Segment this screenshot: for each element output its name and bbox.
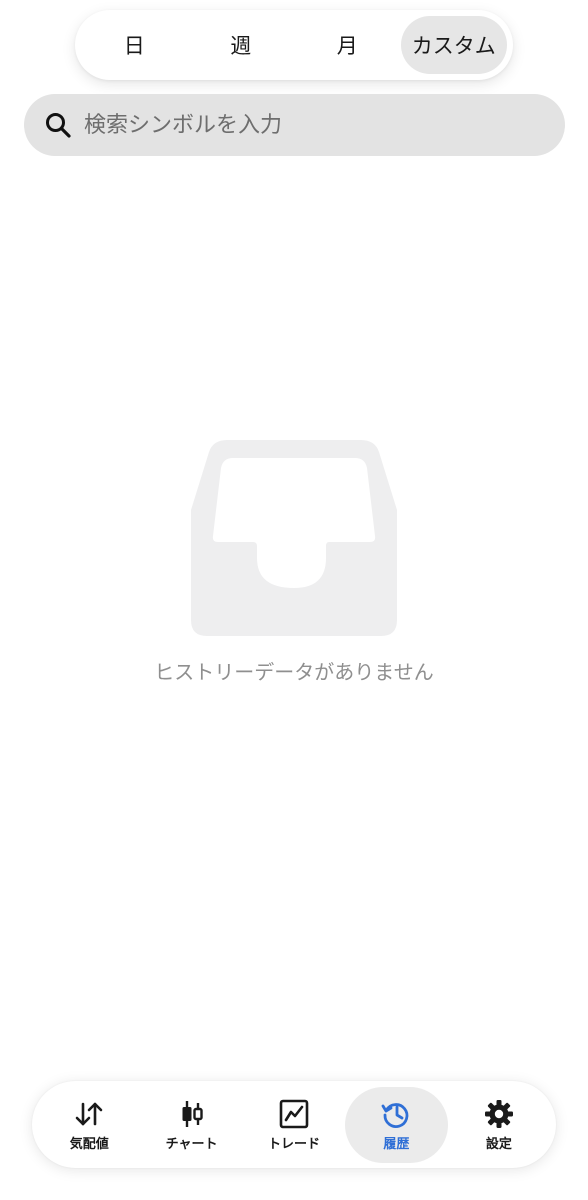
period-tab-custom[interactable]: カスタム (400, 16, 507, 74)
tab-settings[interactable]: 設定 (448, 1087, 550, 1163)
empty-state-message: ヒストリーデータがありません (154, 660, 434, 684)
history-screen: 日 週 月 カスタム ヒストリーデータがありません 気配値 (0, 0, 588, 1200)
tab-chart[interactable]: チャート (140, 1087, 242, 1163)
gear-icon (484, 1099, 513, 1128)
trend-chart-icon (279, 1099, 309, 1128)
period-tab-week[interactable]: 週 (188, 16, 295, 74)
tab-label: トレード (268, 1136, 321, 1152)
tab-label: 設定 (485, 1136, 512, 1152)
tab-label: チャート (165, 1136, 218, 1152)
search-icon (46, 113, 71, 138)
history-clock-icon (382, 1102, 409, 1128)
candlestick-icon (182, 1100, 203, 1127)
period-tab-month[interactable]: 月 (294, 16, 401, 74)
search-input[interactable] (84, 112, 524, 138)
inbox-tray-icon (191, 440, 397, 636)
bottom-tab-bar: 気配値 チャート トレード 履歴 設定 (32, 1081, 556, 1168)
period-tab-day[interactable]: 日 (81, 16, 188, 74)
search-bar[interactable] (24, 94, 565, 156)
tab-history[interactable]: 履歴 (345, 1086, 448, 1163)
tab-label: 履歴 (383, 1136, 410, 1152)
up-down-arrows-icon (75, 1102, 103, 1125)
tab-trade[interactable]: トレード (243, 1087, 345, 1163)
tab-quotes[interactable]: 気配値 (38, 1087, 140, 1163)
tab-label: 気配値 (69, 1136, 109, 1152)
period-selector: 日 週 月 カスタム (75, 10, 513, 80)
